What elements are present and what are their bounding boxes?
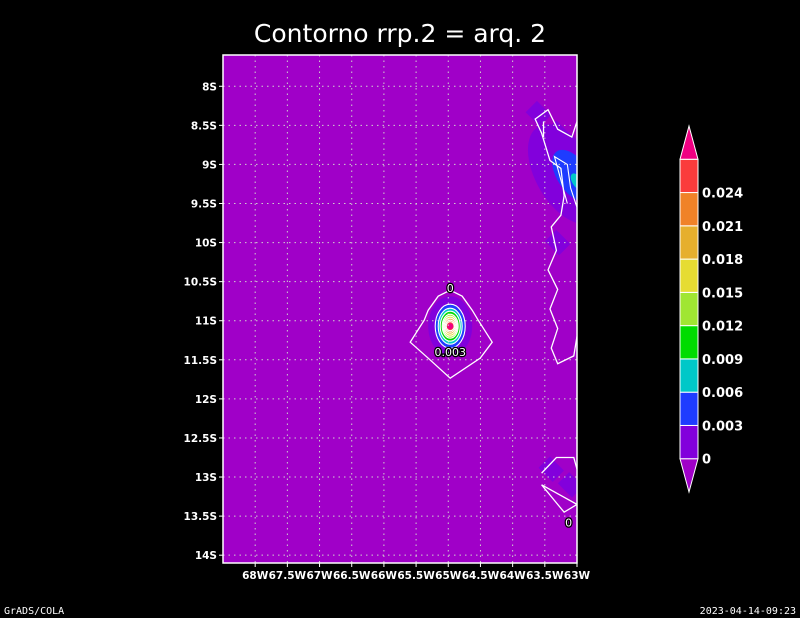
y-tick-label-4: 10S xyxy=(195,238,217,250)
colorbar: 0 0.003 0.006 0.009 0.012 0.015 0.018 0.021 0.02… xyxy=(679,124,743,494)
chart-title: Contorno rrp.2 = arq. 2 xyxy=(254,19,546,48)
contour-label-1: 0.003 xyxy=(434,346,466,359)
x-tick-label-5: 65.5W xyxy=(397,570,435,582)
y-tick-label-6: 11S xyxy=(195,316,217,328)
y-tick-label-9: 12.5S xyxy=(184,433,217,445)
footer-left: GrADS/COLA xyxy=(4,606,64,617)
colorbar-label-8: 0.024 xyxy=(702,187,743,202)
colorbar-label-0: 0 xyxy=(702,453,711,468)
x-tick-label-6: 65W xyxy=(435,570,462,582)
colorbar-seg-1 xyxy=(679,424,699,460)
footer-right: 2023-04-14-09:23 xyxy=(700,606,796,617)
x-tick-label-1: 67.5W xyxy=(269,570,307,582)
colorbar-seg-2 xyxy=(679,391,699,426)
y-tick-label-11: 13.5S xyxy=(184,511,217,523)
contour-label-2: 0 xyxy=(565,516,572,529)
y-tick-label-10: 13S xyxy=(195,472,217,484)
colorbar-label-2: 0.006 xyxy=(702,386,743,401)
colorbar-seg-8 xyxy=(679,192,699,227)
colorbar-seg-0 xyxy=(679,458,699,494)
y-tick-label-12: 14S xyxy=(195,550,217,562)
colorbar-seg-10 xyxy=(679,124,699,160)
y-tick-label-2: 9S xyxy=(202,159,217,171)
colorbar-label-4: 0.012 xyxy=(702,320,743,335)
y-tick-label-3: 9.5S xyxy=(191,198,217,210)
x-tick-label-4: 66W xyxy=(371,570,398,582)
x-tick-label-0: 68W xyxy=(242,570,269,582)
y-axis-ticks: 8S 8.5S 9S 9.5S 10S 10.5S 11S 11.5S 12S 12.5S 13S 1… xyxy=(184,81,223,562)
colorbar-seg-7 xyxy=(679,225,699,260)
colorbar-label-7: 0.021 xyxy=(702,220,743,235)
x-tick-label-3: 66.5W xyxy=(333,570,371,582)
colorbar-label-6: 0.018 xyxy=(702,253,743,268)
colorbar-seg-6 xyxy=(679,258,699,293)
plot-background xyxy=(223,55,577,563)
y-tick-label-0: 8S xyxy=(202,81,217,93)
colorbar-seg-9 xyxy=(679,158,699,194)
y-tick-label-7: 11.5S xyxy=(184,355,217,367)
plot-area: 0 0.003 0 xyxy=(222,54,578,564)
x-tick-label-2: 67W xyxy=(306,570,333,582)
colorbar-label-1: 0.003 xyxy=(702,419,743,434)
x-axis-ticks: 68W 67.5W 67W 66.5W 66W 65.5W 65W 64.5W 64W 63.5W… xyxy=(242,563,591,582)
x-tick-label-9: 63.5W xyxy=(526,570,564,582)
colorbar-seg-5 xyxy=(679,291,699,327)
y-tick-label-5: 10.5S xyxy=(184,277,217,289)
y-tick-label-8: 12S xyxy=(195,394,217,406)
x-tick-label-7: 64.5W xyxy=(462,570,500,582)
colorbar-seg-3 xyxy=(679,358,699,393)
colorbar-label-5: 0.015 xyxy=(702,286,743,301)
y-tick-label-1: 8.5S xyxy=(191,120,217,132)
figure: Contorno rrp.2 = arq. 2 0 0.003 0 68W 67.5W… xyxy=(4,19,796,617)
x-tick-label-10: 63W xyxy=(564,570,591,582)
colorbar-label-3: 0.009 xyxy=(702,353,743,368)
contour-label-0: 0 xyxy=(447,282,454,295)
colorbar-seg-4 xyxy=(679,325,699,360)
x-tick-label-8: 64W xyxy=(500,570,527,582)
max-shade-9 xyxy=(447,323,454,330)
